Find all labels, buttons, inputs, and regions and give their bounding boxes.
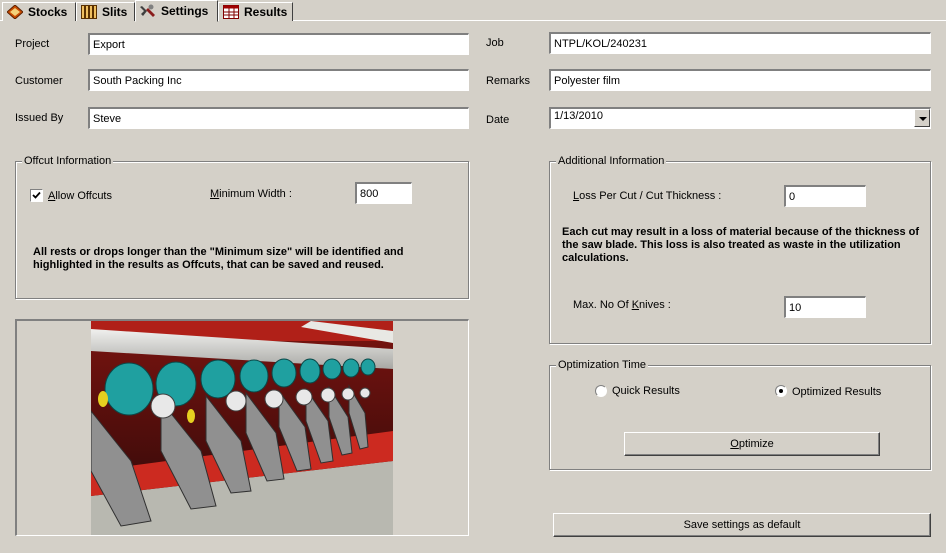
project-label: Project	[15, 38, 50, 50]
max-knives-label: Max. No Of Knives :	[573, 299, 671, 311]
offcut-note: All rests or drops longer than the "Mini…	[33, 246, 404, 271]
quick-results-label[interactable]: Quick Results	[612, 385, 680, 397]
remarks-input[interactable]	[549, 69, 931, 91]
remarks-label: Remarks	[486, 75, 531, 87]
date-combobox[interactable]: 1/13/2010	[549, 107, 931, 129]
tab-results[interactable]: Results	[218, 2, 293, 21]
job-label: Job	[486, 37, 504, 49]
tab-slits[interactable]: Slits	[76, 2, 135, 21]
date-label: Date	[486, 114, 510, 126]
max-knives-input[interactable]	[784, 296, 866, 318]
quick-results-radio[interactable]	[595, 385, 607, 397]
machine-image-panel	[15, 319, 469, 536]
tab-label: Results	[244, 5, 288, 19]
additional-group-title: Additional Information	[556, 155, 667, 167]
chevron-down-icon[interactable]	[914, 109, 930, 127]
customer-input[interactable]	[88, 69, 469, 91]
allow-offcuts-label[interactable]: Allow Offcuts	[48, 190, 112, 202]
optimized-results-label[interactable]: Optimized Results	[792, 386, 881, 398]
customer-label: Customer	[15, 75, 63, 87]
issued-by-input[interactable]	[88, 107, 469, 129]
tab-settings[interactable]: Settings	[135, 0, 218, 22]
save-settings-default-button[interactable]: Save settings as default	[553, 513, 931, 537]
optimization-group-title: Optimization Time	[556, 359, 649, 371]
minimum-width-label: Minimum Width :	[210, 188, 292, 200]
project-input[interactable]	[88, 33, 469, 55]
slitting-machine-photo	[91, 321, 393, 535]
offcut-group-title: Offcut Information	[22, 155, 114, 167]
tab-label: Slits	[102, 5, 128, 19]
checkmark-icon	[32, 191, 41, 199]
slits-icon	[81, 5, 97, 19]
results-icon	[223, 5, 239, 19]
tab-stocks[interactable]: Stocks	[2, 2, 76, 21]
additional-note: Each cut may result in a loss of materia…	[562, 226, 920, 264]
tab-label: Settings	[161, 4, 209, 18]
settings-icon	[140, 4, 156, 18]
job-input[interactable]	[549, 32, 931, 54]
tab-label: Stocks	[28, 5, 68, 19]
optimized-results-radio[interactable]	[775, 385, 787, 397]
issued-by-label: Issued By	[15, 112, 64, 124]
optimize-button[interactable]: Optimize	[624, 432, 880, 456]
allow-offcuts-checkbox[interactable]	[30, 189, 43, 202]
loss-per-cut-label: Loss Per Cut / Cut Thickness :	[573, 190, 722, 202]
date-value: 1/13/2010	[554, 110, 603, 122]
stocks-icon	[6, 4, 24, 20]
loss-per-cut-input[interactable]	[784, 185, 866, 207]
minimum-width-input[interactable]	[355, 182, 412, 204]
